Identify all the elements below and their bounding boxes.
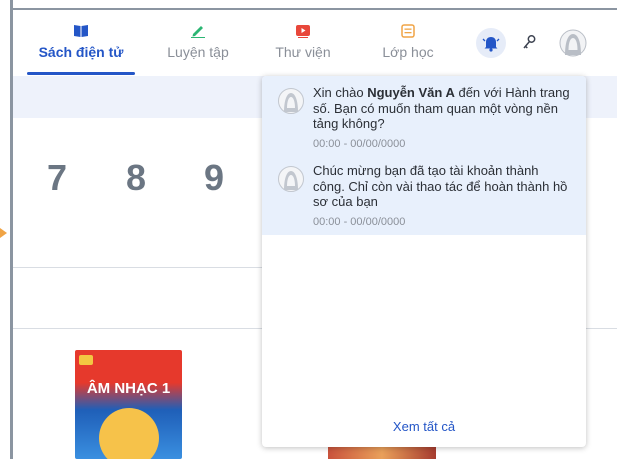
message-text: Chúc mừng bạn đã tạo tài khoản thành côn… — [313, 163, 568, 209]
book-icon — [74, 25, 88, 37]
side-arrow-icon — [0, 228, 7, 238]
notification-message: Chúc mừng bạn đã tạo tài khoản thành côn… — [313, 163, 571, 210]
grade-option[interactable]: 7 — [47, 157, 67, 199]
tab-ebooks[interactable]: Sách điện tử — [27, 10, 135, 76]
book-title: ÂM NHẠC 1 — [86, 380, 171, 397]
message-text: Xin chào — [313, 85, 368, 100]
sender-avatar-icon — [278, 166, 304, 192]
cover-illustration — [99, 408, 159, 459]
user-name: Nguyễn Văn A — [367, 85, 455, 100]
pencil-icon — [191, 26, 205, 38]
divider — [586, 328, 617, 329]
divider — [13, 328, 262, 329]
see-all-link[interactable]: Xem tất cả — [262, 419, 586, 434]
notification-button[interactable] — [476, 28, 506, 58]
notification-message: Xin chào Nguyễn Văn A đến với Hành trang… — [313, 85, 571, 132]
notification-dropdown: Xin chào Nguyễn Văn A đến với Hành trang… — [262, 76, 586, 447]
notification-time: 00:00 - 00/00/0000 — [313, 138, 406, 150]
notification-list: Xin chào Nguyễn Văn A đến với Hành trang… — [262, 76, 586, 235]
play-icon — [296, 25, 310, 38]
active-tab-indicator — [27, 72, 135, 75]
tab-library[interactable]: Thư viện — [263, 10, 343, 76]
top-nav: Sách điện tử Luyện tập Thư viện Lớp học — [13, 10, 617, 76]
grade-option[interactable]: 9 — [204, 157, 224, 199]
notification-time: 00:00 - 00/00/0000 — [313, 216, 406, 228]
app-window: Sách điện tử Luyện tập Thư viện Lớp học … — [0, 0, 617, 459]
tab-ebooks-label: Sách điện tử — [38, 44, 124, 60]
tab-classroom-label: Lớp học — [382, 44, 434, 60]
tab-library-label: Thư viện — [275, 44, 331, 60]
grade-option[interactable]: 8 — [126, 157, 146, 199]
tab-practice-label: Luyện tập — [167, 44, 229, 60]
user-avatar-button[interactable] — [559, 28, 587, 58]
sender-avatar-icon — [278, 88, 304, 114]
publisher-logo — [79, 355, 93, 365]
tab-classroom[interactable]: Lớp học — [368, 10, 448, 76]
tab-practice[interactable]: Luyện tập — [153, 10, 243, 76]
key-icon — [523, 35, 536, 49]
book-cover[interactable]: ÂM NHẠC 1 — [75, 350, 182, 459]
user-avatar-icon — [559, 29, 587, 57]
divider — [13, 267, 262, 268]
bell-icon — [482, 37, 500, 52]
key-button[interactable] — [521, 34, 537, 57]
class-icon — [401, 24, 415, 38]
